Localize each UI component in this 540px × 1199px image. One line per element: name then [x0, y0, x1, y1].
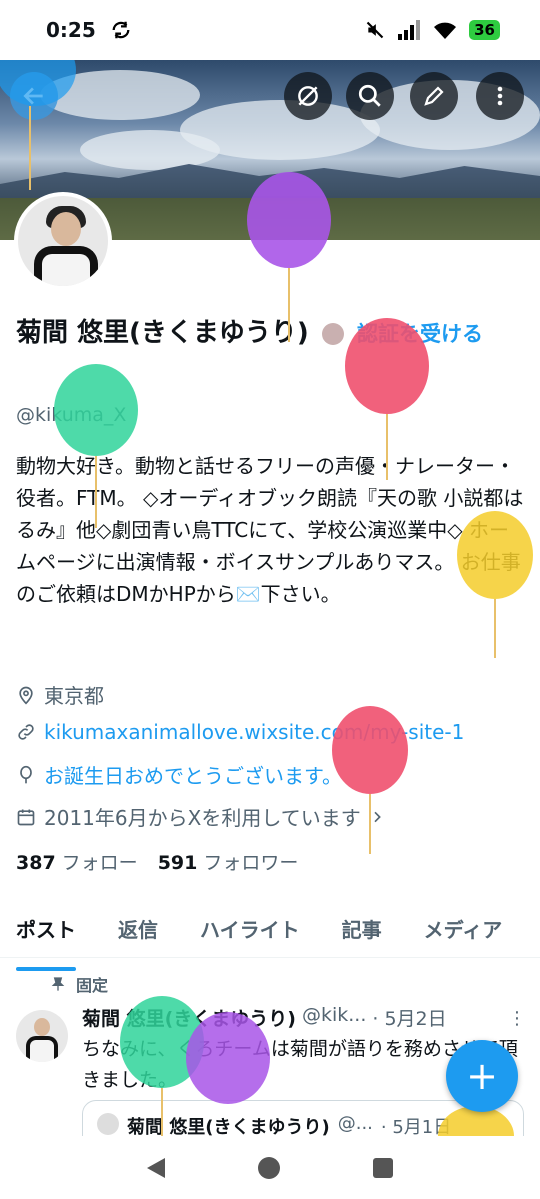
nav-recents-icon[interactable]	[373, 1157, 394, 1178]
display-name: 菊間 悠里(きくまゆうり)	[16, 318, 309, 348]
edit-button[interactable]	[410, 72, 458, 120]
quote-avatar	[97, 1113, 119, 1135]
profile-handle: @kikuma_X	[16, 404, 127, 426]
location-text: 東京都	[44, 684, 104, 708]
balloon-icon	[20, 765, 32, 783]
profile-avatar[interactable]	[14, 192, 112, 290]
followers-stat[interactable]: 591 フォロワー	[158, 848, 299, 875]
profile-birthday: お誕生日おめでとうございます。	[16, 760, 342, 789]
profile-website[interactable]: kikumaxanimallove.wixsite.com/my-site-1	[16, 720, 464, 744]
profile-stats: 387 フォロー 591 フォロワー	[16, 848, 298, 875]
signal-icon	[398, 20, 421, 40]
tab-posts[interactable]: ポスト	[16, 902, 76, 971]
link-icon	[18, 724, 34, 740]
birthday-text: お誕生日おめでとうございます。	[44, 764, 342, 788]
followers-label: フォロワー	[203, 852, 299, 874]
nav-home-icon[interactable]	[257, 1156, 280, 1179]
tab-replies[interactable]: 返信	[118, 902, 158, 957]
tab-highlights[interactable]: ハイライト	[200, 902, 300, 957]
location-icon	[19, 686, 33, 705]
post-header: 菊間 悠里(きくまゆうり) @kik... · 5月2日	[82, 1004, 512, 1031]
search-icon	[358, 84, 381, 107]
hide-icon	[298, 86, 318, 106]
mute-icon	[366, 21, 384, 39]
following-label: フォロー	[61, 852, 138, 874]
status-time: 0:25	[46, 18, 96, 42]
followers-count: 591	[157, 852, 198, 874]
status-bar: 0:25 36	[0, 0, 540, 60]
back-arrow-icon	[23, 87, 43, 105]
more-icon	[497, 86, 503, 106]
chevron-right-icon	[374, 811, 381, 822]
profile-tabs: ポスト 返信 ハイライト 記事 メディア	[0, 902, 540, 971]
verify-badge-icon	[321, 322, 344, 345]
profile-bio: 動物大好き。動物と話せるフリーの声優・ナレーター・役者。FTM。 ◇オーディオブ…	[16, 454, 524, 606]
wifi-icon	[434, 22, 457, 39]
compose-post-button[interactable]: +	[446, 1040, 518, 1112]
hide-button[interactable]	[284, 72, 332, 120]
post-handle: @kik...	[301, 1004, 367, 1026]
post-avatar[interactable]	[16, 1010, 68, 1062]
get-verified-link[interactable]: 認証を受ける	[357, 322, 483, 346]
profile-location: 東京都	[16, 680, 104, 709]
website-link[interactable]: kikumaxanimallove.wixsite.com/my-site-1	[44, 720, 464, 744]
post-author[interactable]: 菊間 悠里(きくまゆうり)	[82, 1004, 296, 1031]
pin-icon	[51, 977, 65, 991]
tab-articles[interactable]: 記事	[342, 902, 382, 957]
post-more-icon[interactable]: ⋮	[508, 1008, 526, 1029]
sync-icon	[112, 21, 130, 39]
tab-media[interactable]: メディア	[424, 902, 503, 957]
back-button[interactable]	[10, 72, 58, 120]
more-button[interactable]	[476, 72, 524, 120]
battery-indicator: 36	[469, 20, 500, 40]
profile-name-row: 菊間 悠里(きくまゆうり) 認証を受ける	[16, 314, 526, 353]
joined-text: 2011年6月からXを利用しています	[44, 806, 361, 830]
system-nav-bar	[0, 1136, 540, 1199]
following-stat[interactable]: 387 フォロー	[16, 848, 138, 875]
following-count: 387	[16, 852, 56, 874]
edit-icon	[424, 86, 444, 106]
pinned-indicator: 固定	[50, 972, 108, 996]
search-button[interactable]	[346, 72, 394, 120]
calendar-icon	[17, 809, 35, 825]
profile-joined[interactable]: 2011年6月からXを利用しています	[16, 802, 385, 831]
post-date: · 5月2日	[372, 1008, 447, 1030]
nav-back-icon[interactable]	[146, 1157, 165, 1178]
pinned-label: 固定	[76, 976, 109, 995]
